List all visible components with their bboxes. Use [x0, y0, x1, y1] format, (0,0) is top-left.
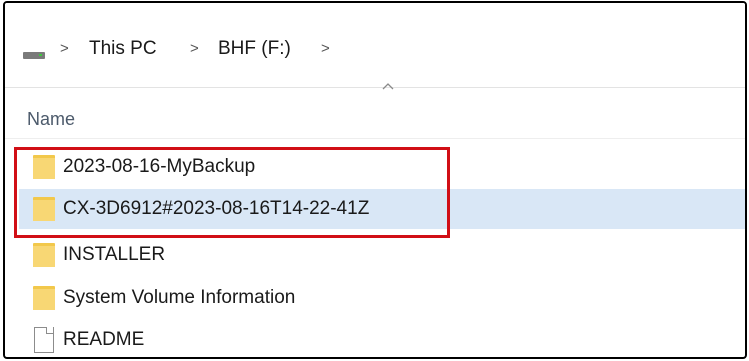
list-item[interactable]: System Volume Information: [19, 278, 745, 318]
explorer-window: > This PC > BHF (F:) > Name 2023-08-16-M…: [3, 1, 747, 359]
list-item[interactable]: CX-3D6912#2023-08-16T14-22-41Z: [19, 189, 745, 229]
file-name: README: [63, 329, 145, 350]
chevron-right-icon[interactable]: >: [321, 35, 330, 63]
file-name: CX-3D6912#2023-08-16T14-22-41Z: [63, 198, 370, 219]
breadcrumb-drive[interactable]: BHF (F:): [218, 35, 291, 63]
divider: [5, 87, 745, 88]
file-name: 2023-08-16-MyBackup: [63, 156, 256, 177]
folder-icon: [33, 197, 55, 221]
folder-icon: [33, 286, 55, 310]
breadcrumb-this-pc[interactable]: This PC: [89, 35, 157, 63]
file-name: INSTALLER: [63, 244, 166, 265]
drive-icon: [23, 50, 45, 59]
chevron-right-icon[interactable]: >: [60, 35, 69, 63]
sort-ascending-icon: [382, 83, 394, 90]
file-icon: [34, 327, 54, 353]
folder-icon: [33, 243, 55, 267]
address-bar[interactable]: > This PC > BHF (F:) >: [5, 3, 745, 87]
list-item[interactable]: README: [19, 320, 745, 357]
folder-icon: [33, 155, 55, 179]
chevron-right-icon[interactable]: >: [190, 35, 199, 63]
file-name: System Volume Information: [63, 287, 296, 308]
list-item[interactable]: INSTALLER: [19, 235, 745, 275]
list-item[interactable]: 2023-08-16-MyBackup: [19, 147, 745, 187]
divider: [5, 138, 745, 139]
column-header-name[interactable]: Name: [27, 107, 75, 131]
